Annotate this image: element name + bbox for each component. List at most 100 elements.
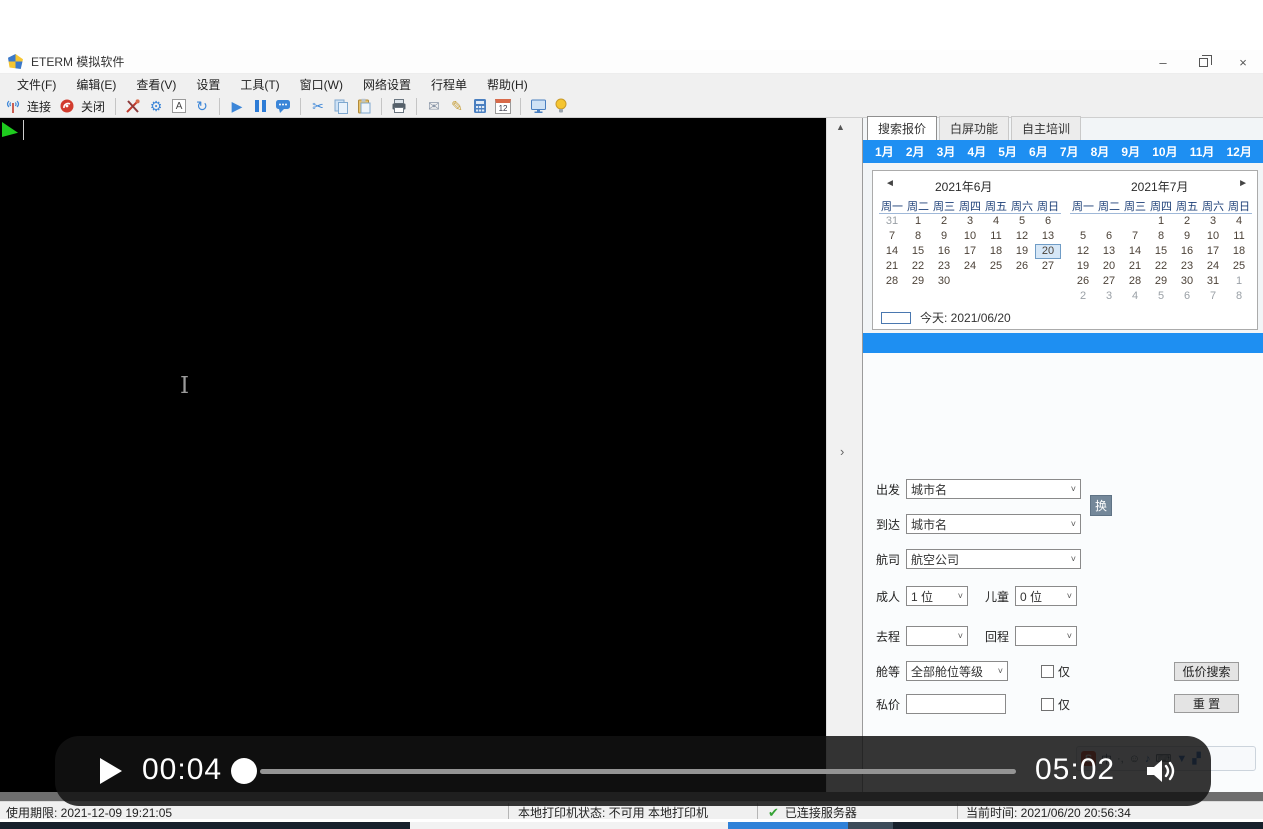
adult-select[interactable]: 1 位˅ xyxy=(906,586,968,606)
play-icon[interactable]: ▶ xyxy=(228,97,246,115)
today-label[interactable]: 今天: 2021/06/20 xyxy=(920,309,1011,326)
calendar-day[interactable]: 25 xyxy=(1226,259,1252,274)
paste-icon[interactable] xyxy=(355,97,373,115)
calendar-next-icon[interactable]: ► xyxy=(1238,178,1248,189)
copy-icon[interactable] xyxy=(332,97,350,115)
printer-icon[interactable] xyxy=(390,97,408,115)
airline-select[interactable]: 航空公司˅ xyxy=(906,549,1081,569)
calendar-day[interactable]: 8 xyxy=(1148,229,1174,244)
calendar-day[interactable]: 7 xyxy=(1122,229,1148,244)
calendar-day[interactable]: 12 xyxy=(1070,244,1096,259)
calendar-day[interactable]: 19 xyxy=(1070,259,1096,274)
calendar-day[interactable]: 9 xyxy=(1174,229,1200,244)
calendar-day[interactable]: 31 xyxy=(1200,274,1226,289)
calendar-day[interactable]: 2 xyxy=(1174,214,1200,229)
calendar-day[interactable]: 12 xyxy=(1009,229,1035,244)
menu-item-5[interactable]: 窗口(W) xyxy=(291,74,352,95)
fare-only-checkbox[interactable] xyxy=(1041,698,1054,711)
outbound-select[interactable]: ˅ xyxy=(906,626,968,646)
play-button[interactable] xyxy=(100,758,122,784)
calendar-day[interactable]: 7 xyxy=(879,229,905,244)
calendar-day[interactable]: 6 xyxy=(1035,214,1061,229)
calendar-day[interactable]: 11 xyxy=(983,229,1009,244)
month-3[interactable]: 3月 xyxy=(937,143,956,160)
tab-自主培训[interactable]: 自主培训 xyxy=(1011,116,1081,140)
monitor-icon[interactable] xyxy=(529,97,547,115)
month-10[interactable]: 10月 xyxy=(1152,143,1177,160)
calendar-day[interactable]: 23 xyxy=(1174,259,1200,274)
month-12[interactable]: 12月 xyxy=(1226,143,1251,160)
month-8[interactable]: 8月 xyxy=(1091,143,1110,160)
calendar-day[interactable]: 11 xyxy=(1226,229,1252,244)
calendar-day[interactable]: 30 xyxy=(1174,274,1200,289)
calendar-day[interactable]: 30 xyxy=(931,274,957,289)
menu-item-6[interactable]: 网络设置 xyxy=(354,74,420,95)
calendar-day[interactable]: 25 xyxy=(983,259,1009,274)
calendar-day[interactable]: 15 xyxy=(905,244,931,259)
close-button[interactable]: × xyxy=(1223,50,1263,74)
tab-搜索报价[interactable]: 搜索报价 xyxy=(867,116,937,141)
month-6[interactable]: 6月 xyxy=(1029,143,1048,160)
calendar-day[interactable]: 17 xyxy=(1200,244,1226,259)
calendar-day[interactable]: 15 xyxy=(1148,244,1174,259)
menu-item-7[interactable]: 行程单 xyxy=(422,74,476,95)
swap-button[interactable]: 换 xyxy=(1090,495,1112,516)
volume-icon[interactable] xyxy=(1145,756,1179,791)
calendar-day[interactable]: 28 xyxy=(879,274,905,289)
bulb-icon[interactable] xyxy=(552,97,570,115)
connect-label[interactable]: 连接 xyxy=(27,98,51,115)
terminal-screen[interactable]: I xyxy=(0,118,826,792)
cabin-select[interactable]: 全部舱位等级˅ xyxy=(906,661,1008,681)
calendar-day[interactable]: 29 xyxy=(905,274,931,289)
month-2[interactable]: 2月 xyxy=(906,143,925,160)
inbound-select[interactable]: ˅ xyxy=(1015,626,1077,646)
calendar-day[interactable]: 9 xyxy=(931,229,957,244)
menu-item-1[interactable]: 编辑(E) xyxy=(67,74,125,95)
low-price-search-button[interactable]: 低价搜索 xyxy=(1174,662,1239,681)
calendar-day[interactable]: 1 xyxy=(905,214,931,229)
calendar-day[interactable]: 10 xyxy=(957,229,983,244)
chat-icon[interactable] xyxy=(274,97,292,115)
seek-handle[interactable] xyxy=(231,758,257,784)
calendar-day[interactable]: 5 xyxy=(1148,289,1174,304)
calendar-day[interactable]: 29 xyxy=(1148,274,1174,289)
calendar-day[interactable]: 3 xyxy=(1096,289,1122,304)
cabin-only-checkbox[interactable] xyxy=(1041,665,1054,678)
calendar-day[interactable]: 2 xyxy=(931,214,957,229)
menu-item-8[interactable]: 帮助(H) xyxy=(478,74,537,95)
seek-track[interactable] xyxy=(260,769,1016,774)
calendar-day[interactable]: 16 xyxy=(1174,244,1200,259)
calendar-prev-icon[interactable]: ◄ xyxy=(885,178,895,189)
calendar-day[interactable]: 24 xyxy=(957,259,983,274)
calendar-day[interactable]: 7 xyxy=(1200,289,1226,304)
month-4[interactable]: 4月 xyxy=(967,143,986,160)
child-select[interactable]: 0 位˅ xyxy=(1015,586,1077,606)
calendar-icon[interactable]: 12 xyxy=(494,97,512,115)
calendar-day[interactable]: 18 xyxy=(983,244,1009,259)
month-5[interactable]: 5月 xyxy=(998,143,1017,160)
calendar-day[interactable]: 14 xyxy=(879,244,905,259)
calendar-day[interactable]: 3 xyxy=(957,214,983,229)
calendar-day-selected[interactable]: 20 xyxy=(1035,244,1061,259)
calendar-day[interactable]: 6 xyxy=(1096,229,1122,244)
calendar-day[interactable]: 31 xyxy=(879,214,905,229)
calendar-day[interactable]: 27 xyxy=(1035,259,1061,274)
stop-icon[interactable] xyxy=(58,97,76,115)
calendar-day[interactable]: 4 xyxy=(1226,214,1252,229)
calendar-day[interactable]: 13 xyxy=(1096,244,1122,259)
calendar-day[interactable]: 4 xyxy=(1122,289,1148,304)
antenna-icon[interactable] xyxy=(4,97,22,115)
cut-icon[interactable]: ✂ xyxy=(309,97,327,115)
calendar-day[interactable]: 13 xyxy=(1035,229,1061,244)
note-icon[interactable]: ✎ xyxy=(448,97,466,115)
calendar-day[interactable]: 19 xyxy=(1009,244,1035,259)
calendar-day[interactable]: 4 xyxy=(983,214,1009,229)
calendar-day[interactable]: 26 xyxy=(1009,259,1035,274)
calendar-day[interactable]: 24 xyxy=(1200,259,1226,274)
scroll-up-icon[interactable]: ▲ xyxy=(836,122,845,132)
calendar-day[interactable]: 22 xyxy=(905,259,931,274)
depart-select[interactable]: 城市名˅ xyxy=(906,479,1081,499)
menu-item-0[interactable]: 文件(F) xyxy=(8,74,65,95)
calendar-day[interactable]: 23 xyxy=(931,259,957,274)
reset-button[interactable]: 重 置 xyxy=(1174,694,1239,713)
